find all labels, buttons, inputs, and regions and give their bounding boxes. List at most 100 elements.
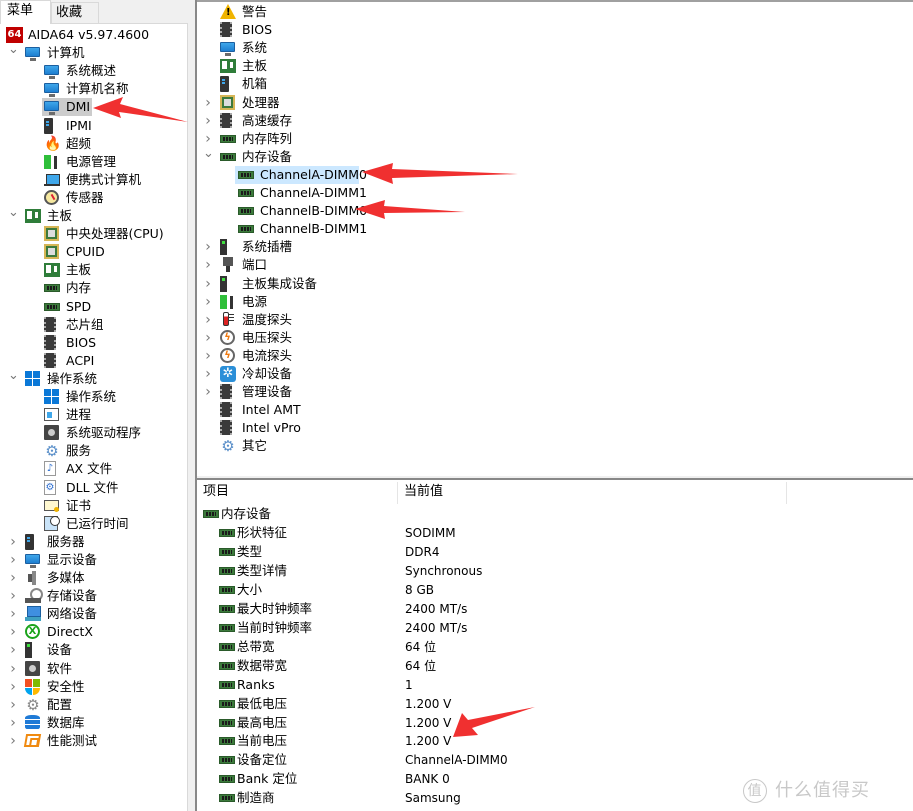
tree-item[interactable]: 机箱 — [197, 75, 913, 93]
tree-item[interactable]: › 主板集成设备 — [197, 275, 913, 293]
chevron-right-icon[interactable]: › — [203, 347, 213, 365]
tree-item[interactable]: 64 AIDA64 v5.97.4600 — [0, 26, 186, 44]
chevron-right-icon[interactable]: › — [203, 329, 213, 347]
chevron-right-icon[interactable]: › — [203, 311, 213, 329]
tree-item[interactable]: › 管理设备 — [197, 383, 913, 401]
tree-item[interactable]: ⚙ DLL 文件 — [0, 479, 186, 497]
chevron-right-icon[interactable]: › — [8, 714, 18, 732]
chevron-right-icon[interactable]: › — [203, 130, 213, 148]
chevron-right-icon[interactable]: › — [8, 696, 18, 714]
chevron-right-icon[interactable]: › — [8, 551, 18, 569]
chevron-right-icon[interactable]: › — [203, 112, 213, 130]
chevron-down-icon[interactable]: ⌄ — [8, 369, 19, 388]
tree-item[interactable]: ⌄ 内存设备 — [197, 147, 913, 166]
tree-item[interactable]: ChannelA-DIMM1 — [197, 184, 913, 202]
table-row[interactable]: 当前电压 1.200 V — [197, 732, 913, 750]
chevron-right-icon[interactable]: › — [8, 605, 18, 623]
tree-item[interactable]: › ⚙ 配置 — [0, 696, 186, 714]
tree-item[interactable]: › 存储设备 — [0, 587, 186, 605]
tree-item[interactable]: ⌄ 主板 — [0, 206, 186, 225]
menu-tree[interactable]: 64 AIDA64 v5.97.4600 ⌄ 计算机 系统概述 计算机名称 DMI IPMI 🔥… — [0, 23, 188, 811]
tree-item[interactable]: › 安全性 — [0, 678, 186, 696]
tree-item[interactable]: ACPI — [0, 352, 186, 370]
chevron-down-icon[interactable]: ⌄ — [8, 206, 19, 225]
tree-item[interactable]: › ϟ 电流探头 — [197, 347, 913, 365]
tree-item[interactable]: › 网络设备 — [0, 605, 186, 623]
tree-item[interactable]: › ✲ 冷却设备 — [197, 365, 913, 383]
tree-item[interactable]: Intel AMT — [197, 401, 913, 419]
tree-item[interactable]: 警告 — [197, 3, 913, 21]
tree-item[interactable]: 电源管理 — [0, 153, 186, 171]
chevron-right-icon[interactable]: › — [8, 569, 18, 587]
chevron-right-icon[interactable]: › — [203, 238, 213, 256]
chevron-down-icon[interactable]: ⌄ — [8, 43, 19, 62]
column-header-value[interactable]: 当前值 — [398, 480, 786, 504]
tree-item[interactable]: BIOS — [0, 334, 186, 352]
details-group-header[interactable]: 内存设备 — [197, 505, 913, 523]
tree-item[interactable]: 主板 — [0, 261, 186, 279]
chevron-right-icon[interactable]: › — [203, 94, 213, 112]
chevron-right-icon[interactable]: › — [8, 623, 18, 641]
tree-item[interactable]: › 温度探头 — [197, 311, 913, 329]
tree-item[interactable]: › 高速缓存 — [197, 112, 913, 130]
tree-item[interactable]: › 软件 — [0, 660, 186, 678]
tree-item[interactable]: › 服务器 — [0, 533, 186, 551]
tree-item[interactable]: ⌄ 计算机 — [0, 43, 186, 62]
tree-item[interactable]: › 性能测试 — [0, 732, 186, 750]
tree-item[interactable]: › ϟ 电压探头 — [197, 329, 913, 347]
tree-item[interactable]: 芯片组 — [0, 316, 186, 334]
dmi-tree[interactable]: 警告 BIOS 系统主板机箱 › 处理器 › 高速缓存 › 内存阵列 ⌄ 内存设备 ChannelA-… — [197, 0, 913, 476]
tree-item[interactable]: ChannelB-DIMM1 — [197, 220, 913, 238]
tree-item[interactable]: SPD — [0, 298, 186, 316]
tree-item[interactable]: 🔥 超频 — [0, 135, 186, 153]
tree-item[interactable]: › 端口 — [197, 256, 913, 274]
tree-item[interactable]: ⌄ 操作系统 — [0, 369, 186, 388]
chevron-right-icon[interactable]: › — [203, 275, 213, 293]
chevron-right-icon[interactable]: › — [8, 641, 18, 659]
tree-item[interactable]: DMI — [0, 98, 186, 117]
tree-item[interactable]: 系统概述 — [0, 62, 186, 80]
table-row[interactable]: 类型 DDR4 — [197, 543, 913, 561]
tree-item[interactable]: › 系统插槽 — [197, 238, 913, 256]
table-row[interactable]: 最低电压 1.200 V — [197, 695, 913, 713]
tree-item[interactable]: Intel vPro — [197, 419, 913, 437]
tree-item[interactable]: 系统 — [197, 39, 913, 57]
tree-item[interactable]: › 内存阵列 — [197, 130, 913, 148]
tree-item[interactable]: ChannelB-DIMM0 — [197, 202, 913, 220]
tree-item[interactable]: ♪ AX 文件 — [0, 460, 186, 478]
tree-item[interactable]: 操作系统 — [0, 388, 186, 406]
tree-item[interactable]: 进程 — [0, 406, 186, 424]
chevron-right-icon[interactable]: › — [203, 383, 213, 401]
table-row[interactable]: 总带宽 64 位 — [197, 638, 913, 656]
chevron-right-icon[interactable]: › — [203, 293, 213, 311]
table-row[interactable]: 数据带宽 64 位 — [197, 657, 913, 675]
tree-item[interactable]: ⚙ 其它 — [197, 437, 913, 455]
chevron-right-icon[interactable]: › — [8, 587, 18, 605]
tree-item[interactable]: 中央处理器(CPU) — [0, 225, 186, 243]
tree-item[interactable]: › 处理器 — [197, 94, 913, 112]
tab-menu[interactable]: 菜单 — [0, 0, 51, 24]
tree-item[interactable]: ChannelA-DIMM0 — [197, 165, 913, 184]
tree-item[interactable]: › 显示设备 — [0, 551, 186, 569]
table-row[interactable]: 形状特征 SODIMM — [197, 524, 913, 542]
table-row[interactable]: 最高电压 1.200 V — [197, 714, 913, 732]
chevron-right-icon[interactable]: › — [8, 660, 18, 678]
tree-item[interactable]: › 设备 — [0, 641, 186, 659]
table-row[interactable]: 大小 8 GB — [197, 581, 913, 599]
tab-favorites[interactable]: 收藏夹 — [51, 2, 99, 39]
chevron-right-icon[interactable]: › — [203, 256, 213, 274]
column-divider[interactable] — [786, 482, 787, 504]
tree-item[interactable]: 计算机名称 — [0, 80, 186, 98]
tree-item[interactable]: CPUID — [0, 243, 186, 261]
chevron-right-icon[interactable]: › — [8, 678, 18, 696]
tree-item[interactable]: 系统驱动程序 — [0, 424, 186, 442]
table-row[interactable]: 设备定位 ChannelA-DIMM0 — [197, 751, 913, 769]
tree-item[interactable]: 便携式计算机 — [0, 171, 186, 189]
chevron-down-icon[interactable]: ⌄ — [203, 147, 214, 166]
tree-item[interactable]: › 电源 — [197, 293, 913, 311]
tree-item[interactable]: › 多媒体 — [0, 569, 186, 587]
tree-item[interactable]: 主板 — [197, 57, 913, 75]
tree-item[interactable]: BIOS — [197, 21, 913, 39]
tree-item[interactable]: 传感器 — [0, 189, 186, 207]
tree-item[interactable]: 已运行时间 — [0, 515, 186, 533]
